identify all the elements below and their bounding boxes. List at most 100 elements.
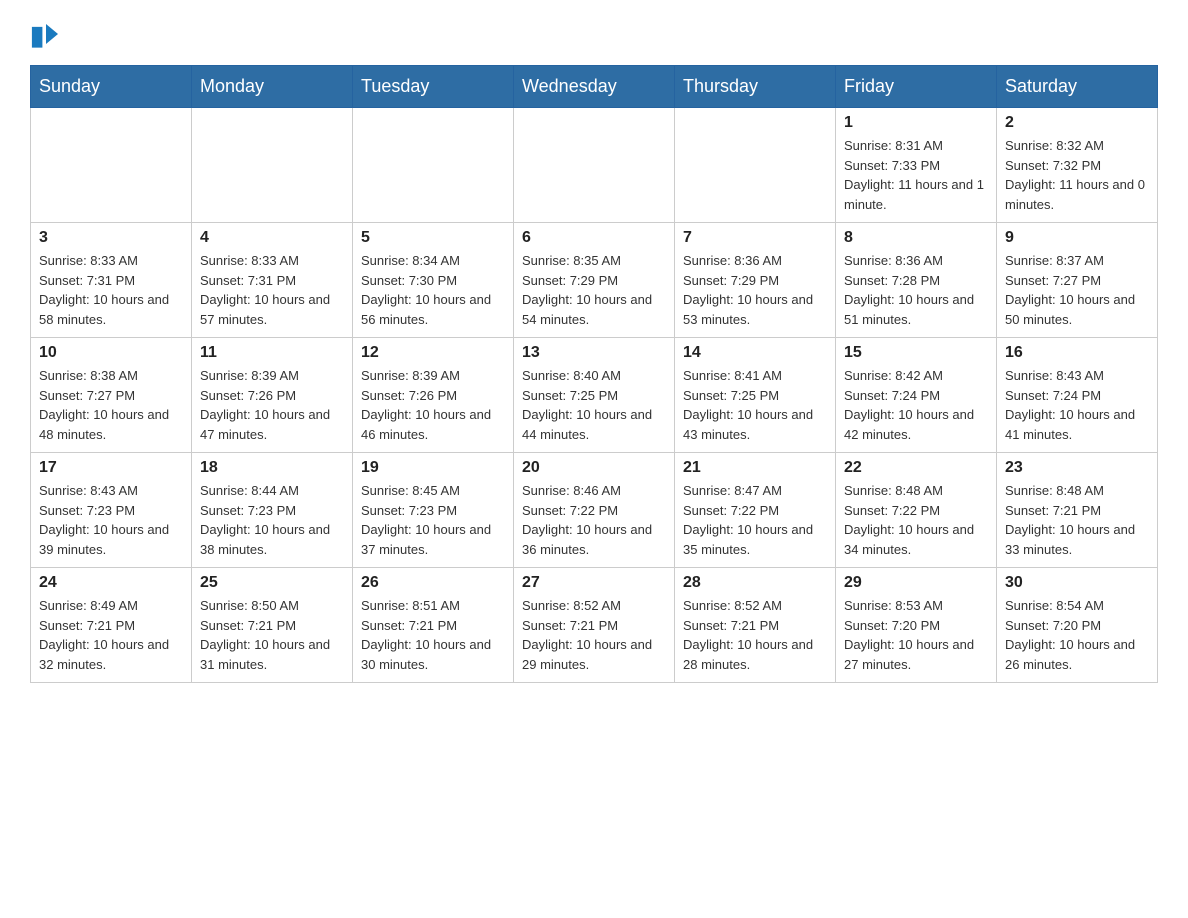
day-info: Sunrise: 8:41 AM Sunset: 7:25 PM Dayligh… (683, 366, 827, 444)
weekday-header-thursday: Thursday (675, 66, 836, 108)
day-info: Sunrise: 8:48 AM Sunset: 7:21 PM Dayligh… (1005, 481, 1149, 559)
day-info: Sunrise: 8:35 AM Sunset: 7:29 PM Dayligh… (522, 251, 666, 329)
calendar-cell: 26 Sunrise: 8:51 AM Sunset: 7:21 PM Dayli… (353, 568, 514, 683)
week-row-3: 10 Sunrise: 8:38 AM Sunset: 7:27 PM Dayli… (31, 338, 1158, 453)
calendar-cell (192, 108, 353, 223)
week-row-1: 1Sunrise: 8:31 AM Sunset: 7:33 PM Daylig… (31, 108, 1158, 223)
weekday-header-sunday: Sunday (31, 66, 192, 108)
calendar-cell (31, 108, 192, 223)
day-number: 16 (1005, 344, 1149, 362)
weekday-header-wednesday: Wednesday (514, 66, 675, 108)
day-info: Sunrise: 8:42 AM Sunset: 7:24 PM Dayligh… (844, 366, 988, 444)
day-info: Sunrise: 8:36 AM Sunset: 7:28 PM Dayligh… (844, 251, 988, 329)
day-number: 7 (683, 229, 827, 247)
day-number: 12 (361, 344, 505, 362)
day-number: 9 (1005, 229, 1149, 247)
day-number: 22 (844, 459, 988, 477)
weekday-header-monday: Monday (192, 66, 353, 108)
calendar-cell: 9 Sunrise: 8:37 AM Sunset: 7:27 PM Daylig… (997, 223, 1158, 338)
day-info: Sunrise: 8:40 AM Sunset: 7:25 PM Dayligh… (522, 366, 666, 444)
week-row-4: 17Sunrise: 8:43 AM Sunset: 7:23 PM Dayli… (31, 453, 1158, 568)
calendar-cell: 5 Sunrise: 8:34 AM Sunset: 7:30 PM Daylig… (353, 223, 514, 338)
day-info: Sunrise: 8:37 AM Sunset: 7:27 PM Dayligh… (1005, 251, 1149, 329)
day-info: Sunrise: 8:38 AM Sunset: 7:27 PM Dayligh… (39, 366, 183, 444)
calendar-cell: 18 Sunrise: 8:44 AM Sunset: 7:23 PM Dayli… (192, 453, 353, 568)
day-number: 3 (39, 229, 183, 247)
day-number: 5 (361, 229, 505, 247)
day-number: 25 (200, 574, 344, 592)
day-number: 20 (522, 459, 666, 477)
calendar-cell: 4 Sunrise: 8:33 AM Sunset: 7:31 PM Daylig… (192, 223, 353, 338)
day-info: Sunrise: 8:49 AM Sunset: 7:21 PM Dayligh… (39, 596, 183, 674)
calendar-cell (675, 108, 836, 223)
day-number: 6 (522, 229, 666, 247)
day-number: 17 (39, 459, 183, 477)
weekday-header-saturday: Saturday (997, 66, 1158, 108)
day-info: Sunrise: 8:44 AM Sunset: 7:23 PM Dayligh… (200, 481, 344, 559)
week-row-2: 3 Sunrise: 8:33 AM Sunset: 7:31 PM Daylig… (31, 223, 1158, 338)
day-number: 23 (1005, 459, 1149, 477)
calendar-cell: 13 Sunrise: 8:40 AM Sunset: 7:25 PM Dayli… (514, 338, 675, 453)
day-number: 8 (844, 229, 988, 247)
day-number: 26 (361, 574, 505, 592)
day-info: Sunrise: 8:50 AM Sunset: 7:21 PM Dayligh… (200, 596, 344, 674)
day-number: 11 (200, 344, 344, 362)
day-number: 4 (200, 229, 344, 247)
calendar-cell: 20Sunrise: 8:46 AM Sunset: 7:22 PM Dayli… (514, 453, 675, 568)
day-number: 28 (683, 574, 827, 592)
calendar-cell: 10 Sunrise: 8:38 AM Sunset: 7:27 PM Dayli… (31, 338, 192, 453)
day-info: Sunrise: 8:52 AM Sunset: 7:21 PM Dayligh… (522, 596, 666, 674)
calendar-cell: 14 Sunrise: 8:41 AM Sunset: 7:25 PM Dayli… (675, 338, 836, 453)
day-info: Sunrise: 8:45 AM Sunset: 7:23 PM Dayligh… (361, 481, 505, 559)
calendar-cell: 30 Sunrise: 8:54 AM Sunset: 7:20 PM Dayli… (997, 568, 1158, 683)
day-info: Sunrise: 8:52 AM Sunset: 7:21 PM Dayligh… (683, 596, 827, 674)
calendar-cell: 11 Sunrise: 8:39 AM Sunset: 7:26 PM Dayli… (192, 338, 353, 453)
logo: ▮ (30, 20, 58, 47)
calendar-cell (353, 108, 514, 223)
weekday-header-friday: Friday (836, 66, 997, 108)
calendar-cell: 28 Sunrise: 8:52 AM Sunset: 7:21 PM Dayli… (675, 568, 836, 683)
day-number: 15 (844, 344, 988, 362)
day-info: Sunrise: 8:39 AM Sunset: 7:26 PM Dayligh… (361, 366, 505, 444)
calendar-cell: 16Sunrise: 8:43 AM Sunset: 7:24 PM Dayli… (997, 338, 1158, 453)
weekday-header-tuesday: Tuesday (353, 66, 514, 108)
calendar-cell: 17Sunrise: 8:43 AM Sunset: 7:23 PM Dayli… (31, 453, 192, 568)
calendar-cell: 23 Sunrise: 8:48 AM Sunset: 7:21 PM Dayli… (997, 453, 1158, 568)
logo-blue-text: ▮ (30, 20, 44, 51)
calendar-cell: 15 Sunrise: 8:42 AM Sunset: 7:24 PM Dayli… (836, 338, 997, 453)
calendar-cell: 6 Sunrise: 8:35 AM Sunset: 7:29 PM Daylig… (514, 223, 675, 338)
day-info: Sunrise: 8:53 AM Sunset: 7:20 PM Dayligh… (844, 596, 988, 674)
day-info: Sunrise: 8:47 AM Sunset: 7:22 PM Dayligh… (683, 481, 827, 559)
day-info: Sunrise: 8:54 AM Sunset: 7:20 PM Dayligh… (1005, 596, 1149, 674)
calendar-cell: 12 Sunrise: 8:39 AM Sunset: 7:26 PM Dayli… (353, 338, 514, 453)
calendar-cell: 24Sunrise: 8:49 AM Sunset: 7:21 PM Dayli… (31, 568, 192, 683)
calendar-cell: 3Sunrise: 8:33 AM Sunset: 7:31 PM Daylig… (31, 223, 192, 338)
calendar-cell: 29 Sunrise: 8:53 AM Sunset: 7:20 PM Dayli… (836, 568, 997, 683)
calendar-cell: 21Sunrise: 8:47 AM Sunset: 7:22 PM Dayli… (675, 453, 836, 568)
day-number: 18 (200, 459, 344, 477)
day-number: 2 (1005, 114, 1149, 132)
day-number: 13 (522, 344, 666, 362)
calendar-cell: 25 Sunrise: 8:50 AM Sunset: 7:21 PM Dayli… (192, 568, 353, 683)
calendar-header-row: SundayMondayTuesdayWednesdayThursdayFrid… (31, 66, 1158, 108)
logo-arrow-icon (46, 24, 58, 44)
calendar-cell (514, 108, 675, 223)
week-row-5: 24Sunrise: 8:49 AM Sunset: 7:21 PM Dayli… (31, 568, 1158, 683)
day-info: Sunrise: 8:31 AM Sunset: 7:33 PM Dayligh… (844, 136, 988, 214)
day-number: 30 (1005, 574, 1149, 592)
calendar-table: SundayMondayTuesdayWednesdayThursdayFrid… (30, 65, 1158, 683)
day-number: 14 (683, 344, 827, 362)
day-number: 10 (39, 344, 183, 362)
day-info: Sunrise: 8:34 AM Sunset: 7:30 PM Dayligh… (361, 251, 505, 329)
calendar-cell: 27 Sunrise: 8:52 AM Sunset: 7:21 PM Dayli… (514, 568, 675, 683)
day-info: Sunrise: 8:39 AM Sunset: 7:26 PM Dayligh… (200, 366, 344, 444)
day-number: 29 (844, 574, 988, 592)
calendar-cell: 8 Sunrise: 8:36 AM Sunset: 7:28 PM Daylig… (836, 223, 997, 338)
day-number: 27 (522, 574, 666, 592)
day-info: Sunrise: 8:33 AM Sunset: 7:31 PM Dayligh… (200, 251, 344, 329)
calendar-cell: 1Sunrise: 8:31 AM Sunset: 7:33 PM Daylig… (836, 108, 997, 223)
day-info: Sunrise: 8:48 AM Sunset: 7:22 PM Dayligh… (844, 481, 988, 559)
day-info: Sunrise: 8:51 AM Sunset: 7:21 PM Dayligh… (361, 596, 505, 674)
page-header: ▮ (30, 20, 1158, 47)
day-info: Sunrise: 8:36 AM Sunset: 7:29 PM Dayligh… (683, 251, 827, 329)
